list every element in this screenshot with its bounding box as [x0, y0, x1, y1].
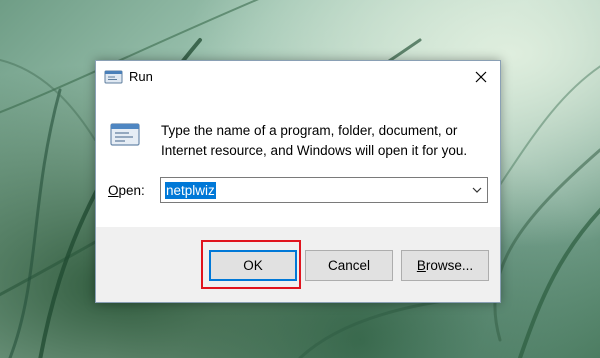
close-button[interactable] [462, 61, 500, 92]
open-combobox[interactable]: netplwiz [160, 177, 488, 203]
browse-label: rowse... [425, 258, 474, 273]
open-label-text: pen: [118, 183, 145, 198]
open-input-value[interactable]: netplwiz [165, 182, 216, 199]
chevron-down-icon[interactable] [472, 186, 482, 194]
window-title: Run [129, 69, 153, 84]
browse-accesskey: B [416, 258, 426, 273]
open-label: Open: [108, 183, 145, 198]
run-icon [104, 69, 124, 85]
close-icon [475, 71, 487, 82]
cancel-button[interactable]: Cancel [305, 250, 393, 281]
ok-highlight-annotation [201, 240, 301, 289]
open-label-accesskey: O [108, 183, 119, 198]
title-bar[interactable]: Run [96, 61, 500, 92]
browse-button[interactable]: Browse... [401, 250, 489, 281]
run-program-icon [109, 120, 143, 150]
dialog-description: Type the name of a program, folder, docu… [161, 123, 468, 158]
